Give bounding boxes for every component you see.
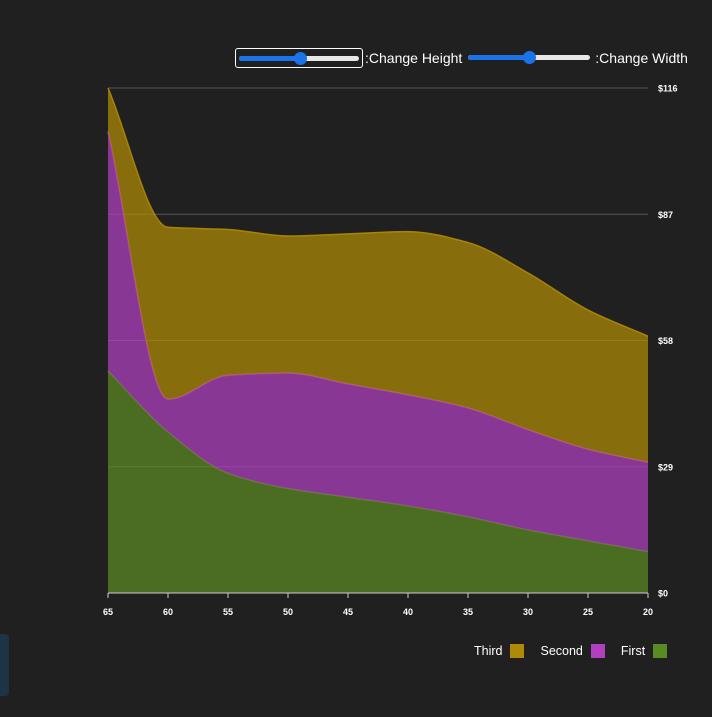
y-tick-label: $29 — [658, 462, 673, 472]
legend-swatch — [590, 644, 605, 658]
y-tick-label: $58 — [658, 336, 673, 346]
y-tick-label: $116 — [658, 84, 678, 94]
legend-item-first[interactable]: First — [620, 644, 668, 658]
chart-legend: Third Second First — [474, 644, 683, 658]
legend-label: First — [620, 644, 646, 658]
y-tick-label: $0 — [658, 589, 668, 599]
x-tick-label: 20 — [643, 607, 653, 617]
chart-areas — [107, 87, 649, 593]
x-tick-label: 25 — [583, 607, 593, 617]
legend-item-second[interactable]: Second — [540, 644, 605, 658]
legend-swatch — [510, 644, 525, 658]
legend-item-third[interactable]: Third — [474, 644, 525, 658]
x-tick-label: 55 — [223, 607, 233, 617]
x-tick-label: 30 — [523, 607, 533, 617]
side-panel-tab[interactable] — [0, 634, 9, 696]
chart-svg: $0 $29 $58 $87 $116 65 60 55 50 45 40 35 30 25 20 — [103, 84, 678, 618]
x-tick-label: 50 — [283, 607, 293, 617]
x-tick-label: 65 — [103, 607, 113, 617]
legend-label: Third — [474, 644, 503, 658]
x-tick-label: 60 — [163, 607, 173, 617]
x-tick-label: 40 — [403, 607, 413, 617]
legend-label: Second — [540, 644, 583, 658]
x-tick-label: 45 — [343, 607, 353, 617]
legend-swatch — [653, 644, 668, 658]
x-tick-label: 35 — [463, 607, 473, 617]
area-chart: $0 $29 $58 $87 $116 65 60 55 50 45 40 35 30 25 20 — [0, 0, 712, 635]
y-tick-label: $87 — [658, 210, 673, 220]
